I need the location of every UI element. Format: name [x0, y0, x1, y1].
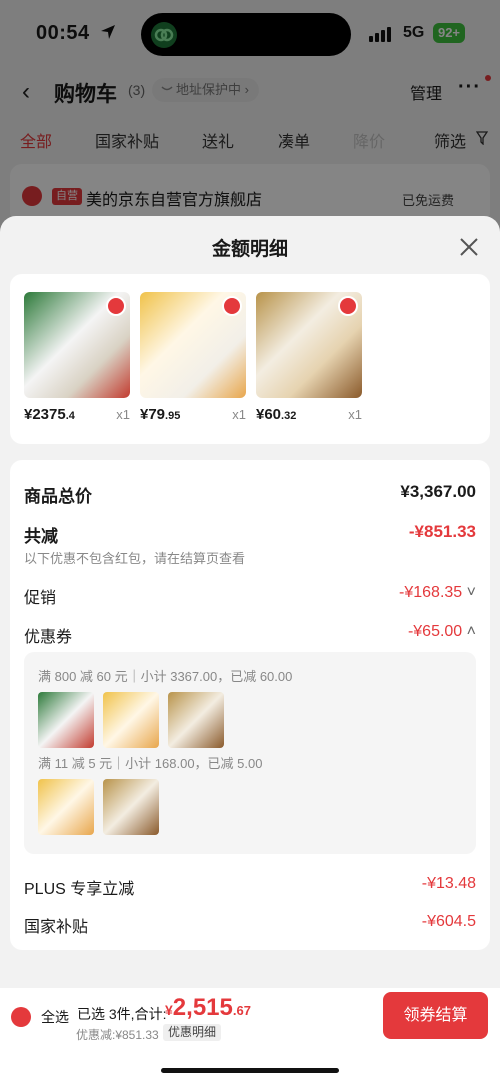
amount-detail-sheet: 金额明细 ¥2375.4 x1 ¥79.95 x1 ¥60.32 x1 商品总价… — [0, 216, 500, 1083]
chevron-up-icon: ˄ — [466, 623, 476, 640]
home-indicator — [161, 1068, 339, 1073]
select-all-checkbox[interactable] — [11, 1007, 31, 1027]
select-all-label[interactable]: 全选 — [41, 1007, 69, 1027]
product-qty: x1 — [232, 407, 246, 422]
product-checkbox[interactable] — [338, 296, 358, 316]
coupon-line: 满 800 减 60 元｜小计 3367.00，已减 60.00 — [38, 669, 293, 684]
sheet-title: 金额明细 — [211, 239, 288, 260]
product-strip: ¥2375.4 x1 ¥79.95 x1 ¥60.32 x1 — [10, 274, 490, 444]
plus-reduce-value: -¥13.48 — [421, 875, 476, 892]
subsidy-value: -¥604.5 — [421, 913, 476, 930]
coupon-line: 满 11 减 5 元｜小计 168.00，已减 5.00 — [38, 756, 263, 771]
product-price: ¥60.32 — [256, 406, 297, 423]
subsidy-row: 国家补贴 -¥604.5 — [24, 913, 476, 937]
chevron-down-icon: ˅ — [466, 584, 476, 601]
product-card[interactable]: ¥2375.4 x1 — [24, 292, 130, 423]
product-checkbox[interactable] — [106, 296, 126, 316]
grand-total: ¥2,515.67 — [165, 994, 251, 1021]
coupon-product-thumb — [38, 692, 94, 748]
product-price: ¥2375.4 — [24, 406, 75, 423]
goods-total-value: ¥3,367.00 — [400, 482, 476, 501]
product-card[interactable]: ¥79.95 x1 — [140, 292, 246, 423]
discount-detail-button[interactable]: 优惠明细 — [163, 1024, 222, 1041]
plus-reduce-label: PLUS 专享立减 — [24, 881, 135, 898]
product-image — [140, 292, 246, 398]
product-card[interactable]: ¥60.32 x1 — [256, 292, 362, 423]
promo-row[interactable]: 促销 -¥168.35 ˅ — [24, 584, 476, 608]
total-reduce-row: 共减 -¥851.33 — [24, 522, 476, 547]
subsidy-label: 国家补贴 — [24, 919, 89, 936]
checkout-button[interactable]: 领券结算 — [383, 992, 488, 1039]
product-image — [256, 292, 362, 398]
coupon-product-thumb — [103, 779, 159, 835]
saved-amount: 优惠减:¥851.33 — [76, 1028, 159, 1042]
promo-label: 促销 — [24, 590, 57, 607]
coupon-row[interactable]: 优惠券 -¥65.00 ˄ — [24, 623, 476, 647]
coupon-product-thumb — [38, 779, 94, 835]
selected-count: 已选 3件,合计: — [77, 1006, 167, 1022]
product-image — [24, 292, 130, 398]
coupon-value: -¥65.00 ˄ — [407, 623, 476, 640]
coupon-label: 优惠券 — [24, 629, 73, 646]
plus-reduce-row: PLUS 专享立减 -¥13.48 — [24, 875, 476, 899]
amount-detail-card: 商品总价 ¥3,367.00 共减 -¥851.33 以下优惠不包含红包，请在结… — [10, 460, 490, 950]
coupon-breakdown: 满 800 减 60 元｜小计 3367.00，已减 60.00 满 11 减 … — [24, 652, 476, 854]
total-reduce-label: 共减 — [24, 527, 58, 546]
close-icon[interactable] — [456, 234, 482, 260]
goods-total-row: 商品总价 ¥3,367.00 — [24, 482, 476, 507]
product-qty: x1 — [348, 407, 362, 422]
coupon-product-thumb — [168, 692, 224, 748]
coupon-product-thumb — [103, 692, 159, 748]
reduce-note: 以下优惠不包含红包，请在结算页查看 — [24, 551, 246, 566]
product-checkbox[interactable] — [222, 296, 242, 316]
total-reduce-value: -¥851.33 — [408, 522, 476, 541]
product-qty: x1 — [116, 407, 130, 422]
product-price: ¥79.95 — [140, 406, 181, 423]
goods-total-label: 商品总价 — [24, 487, 92, 506]
promo-value: -¥168.35 ˅ — [399, 584, 476, 601]
